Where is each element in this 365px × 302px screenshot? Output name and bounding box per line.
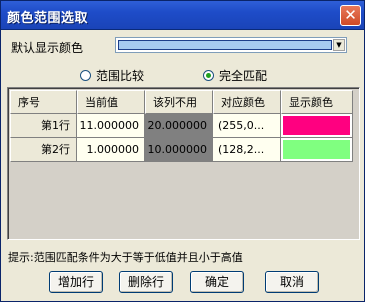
- hint-text: 提示:范围匹配条件为大于等于低值并且小于高值: [8, 251, 243, 264]
- column-header-display-color[interactable]: 显示颜色: [281, 90, 353, 114]
- table-row[interactable]: 第2行 1.000000 10.000000 (128,2...: [10, 138, 353, 162]
- radio-indicator[interactable]: [80, 70, 91, 81]
- cancel-button[interactable]: 取消: [265, 271, 319, 293]
- radio-exact-match-label: 完全匹配: [219, 69, 268, 83]
- color-range-table[interactable]: 序号 当前值 该列不用 对应颜色 显示颜色 第1行 11.000000 20.0…: [7, 87, 360, 240]
- default-color-label: 默认显示颜色: [11, 41, 84, 55]
- radio-indicator[interactable]: [203, 70, 214, 81]
- delete-row-button[interactable]: 删除行: [119, 271, 173, 293]
- add-row-button[interactable]: 增加行: [49, 271, 103, 293]
- color-range-dialog: 颜色范围选取 ✕ 默认显示颜色 ▼ 范围比较 完全匹配 序号 当前值 该列不用 …: [0, 0, 365, 302]
- close-button[interactable]: ✕: [340, 5, 361, 26]
- color-swatch: [283, 116, 350, 135]
- column-header-color-value[interactable]: 对应颜色: [213, 90, 281, 114]
- color-value-cell[interactable]: (255,0...: [213, 114, 281, 138]
- unused-value-cell: 20.000000: [145, 114, 213, 138]
- current-value-cell[interactable]: 11.000000: [77, 114, 145, 138]
- color-swatch: [283, 140, 350, 159]
- radio-range-compare[interactable]: 范围比较: [80, 67, 144, 84]
- table-header-row: 序号 当前值 该列不用 对应颜色 显示颜色: [10, 90, 353, 114]
- ok-button[interactable]: 确定: [190, 271, 244, 293]
- column-header-unused[interactable]: 该列不用: [145, 90, 213, 114]
- column-header-seq[interactable]: 序号: [10, 90, 77, 114]
- column-header-current[interactable]: 当前值: [77, 90, 145, 114]
- table-row[interactable]: 第1行 11.000000 20.000000 (255,0...: [10, 114, 353, 138]
- window-title: 颜色范围选取: [7, 11, 89, 26]
- default-color-combo[interactable]: ▼: [115, 37, 347, 53]
- current-value-cell[interactable]: 1.000000: [77, 138, 145, 162]
- color-value-cell[interactable]: (128,2...: [213, 138, 281, 162]
- unused-value-cell: 10.000000: [145, 138, 213, 162]
- title-bar[interactable]: 颜色范围选取 ✕: [1, 1, 364, 30]
- row-header[interactable]: 第2行: [10, 138, 77, 162]
- match-mode-group: 范围比较 完全匹配: [1, 67, 365, 83]
- radio-exact-match[interactable]: 完全匹配: [203, 67, 267, 84]
- display-color-cell[interactable]: [281, 114, 353, 138]
- default-color-swatch: [118, 40, 332, 50]
- chevron-down-icon[interactable]: ▼: [333, 39, 345, 51]
- radio-range-compare-label: 范围比较: [96, 69, 145, 83]
- row-header[interactable]: 第1行: [10, 114, 77, 138]
- close-icon: ✕: [344, 6, 357, 24]
- display-color-cell[interactable]: [281, 138, 353, 162]
